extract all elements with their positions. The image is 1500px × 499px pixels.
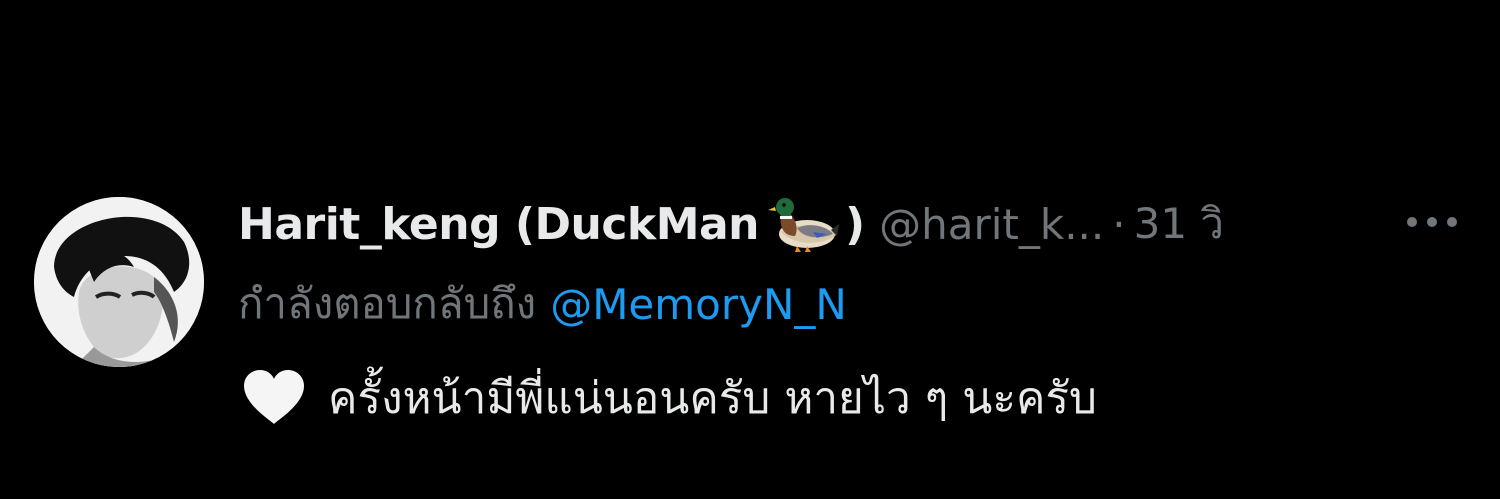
duck-emoji-icon <box>767 194 841 254</box>
display-name-close: ) <box>845 198 866 250</box>
more-horizontal-icon[interactable] <box>1402 206 1462 238</box>
tweet-text: ครั้งหน้ามีพี่แน่นอนครับ หายไว ๆ นะครับ <box>240 358 1097 438</box>
replying-label: กำลังตอบกลับถึง <box>238 279 537 328</box>
avatar-photo <box>34 197 204 367</box>
timestamp[interactable]: 31 วิ <box>1134 191 1224 257</box>
tweet-body: ครั้งหน้ามีพี่แน่นอนครับ หายไว ๆ นะครับ <box>328 373 1097 424</box>
mention-link[interactable]: @MemoryN_N <box>550 280 847 329</box>
separator-dot: · <box>1112 199 1126 249</box>
user-handle[interactable]: @harit_k... <box>879 200 1104 249</box>
avatar[interactable] <box>34 197 204 367</box>
tweet[interactable]: Harit_keng (DuckMan) @harit_k... · 31 ว… <box>0 0 1500 499</box>
display-name[interactable]: Harit_keng (DuckMan <box>238 199 760 250</box>
replying-to-line: กำลังตอบกลับถึง @MemoryN_N <box>238 272 847 336</box>
tweet-header: Harit_keng (DuckMan) @harit_k... · 31 ว… <box>238 188 1224 260</box>
white-heart-icon <box>240 368 308 428</box>
